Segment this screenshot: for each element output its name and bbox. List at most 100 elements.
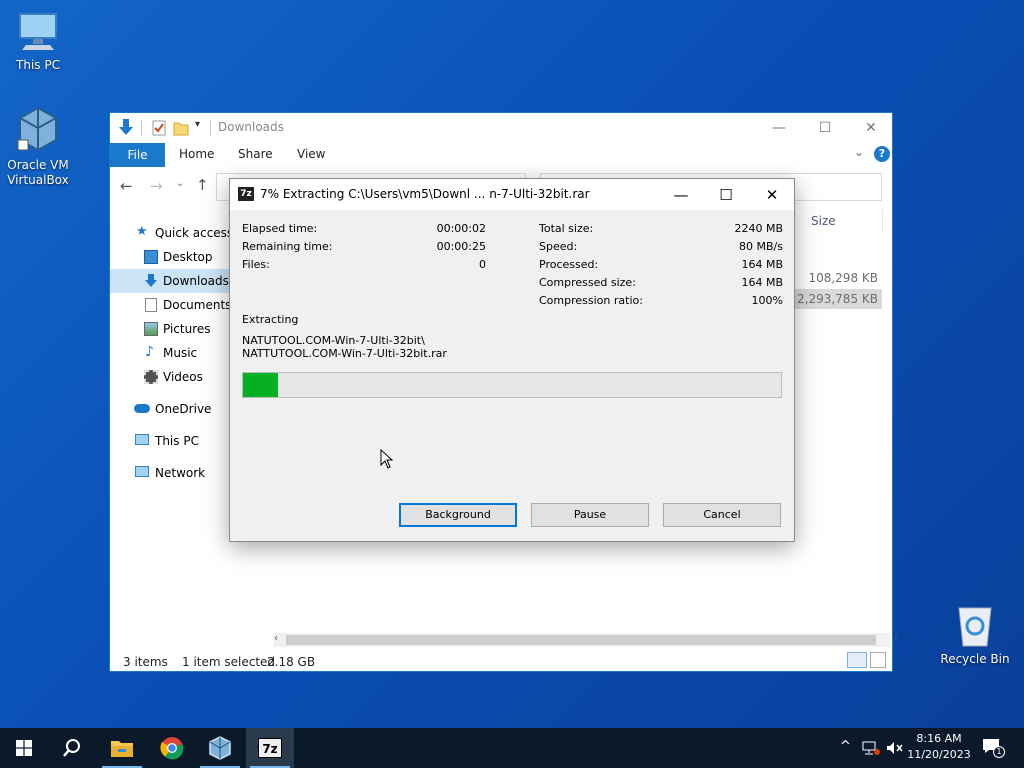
tab-share[interactable]: Share — [238, 147, 273, 161]
start-button[interactable] — [0, 728, 48, 768]
desktop-icon-recycle-bin[interactable]: Recycle Bin — [938, 602, 1012, 667]
selection-size: 2.18 GB — [267, 655, 316, 669]
separator — [210, 120, 211, 136]
selection-count: 1 item selected — [182, 655, 276, 669]
nav-item-onedrive[interactable]: OneDrive — [110, 397, 230, 421]
cancel-button[interactable]: Cancel — [663, 503, 781, 527]
current-folder-path: NATUTOOL.COM-Win-7-Ulti-32bit\ — [242, 334, 425, 347]
desktop-icon-this-pc[interactable]: This PC — [2, 10, 74, 73]
nav-item-videos[interactable]: Videos — [110, 365, 230, 389]
notification-center-button[interactable]: 1 — [982, 738, 1005, 758]
stat-elapsed-time: Elapsed time: 00:00:02 — [242, 220, 486, 238]
large-icons-view-icon[interactable] — [870, 652, 886, 668]
virtualbox-icon — [17, 106, 57, 152]
scrollbar-thumb[interactable] — [286, 635, 876, 645]
minimize-button[interactable]: — — [756, 113, 802, 143]
stat-label: Compression ratio: — [539, 294, 643, 307]
tab-file[interactable]: File — [110, 143, 165, 167]
extraction-progress-dialog: 7z 7% Extracting C:\Users\vm5\Downl ... … — [229, 178, 795, 542]
nav-item-network[interactable]: Network — [110, 461, 230, 485]
explorer-title-bar[interactable]: ▾ Downloads — ☐ ✕ — [110, 113, 892, 143]
desktop-icon-label: Recycle Bin — [940, 652, 1010, 666]
file-explorer-icon — [111, 741, 133, 757]
clock[interactable]: 8:16 AM 11/20/2023 — [906, 731, 972, 763]
close-button[interactable]: ✕ — [848, 113, 894, 143]
network-icon — [135, 466, 149, 477]
window-title: Downloads — [218, 120, 284, 134]
dialog-title-bar[interactable]: 7z 7% Extracting C:\Users\vm5\Downl ... … — [230, 179, 794, 210]
monitor-icon — [19, 13, 57, 50]
scroll-left-icon[interactable]: ‹ — [274, 633, 278, 644]
details-view-icon[interactable] — [847, 652, 867, 668]
taskbar-chrome[interactable] — [148, 728, 196, 768]
mouse-pointer-icon — [380, 449, 394, 469]
network-icon[interactable] — [862, 741, 880, 755]
tab-view[interactable]: View — [297, 147, 325, 161]
horizontal-scrollbar[interactable]: ‹ › — [274, 633, 898, 647]
properties-icon[interactable] — [152, 120, 166, 136]
nav-item-quick-access[interactable]: ★ Quick access — [110, 221, 234, 245]
desktop-icon-virtualbox[interactable]: Oracle VM VirtualBox — [2, 104, 74, 188]
stat-value: 00:00:25 — [436, 240, 486, 253]
nav-item-downloads[interactable]: Downloads — [110, 269, 230, 293]
taskbar-7zip[interactable]: 7z — [246, 728, 294, 768]
file-size: 108,298 KB — [808, 271, 878, 285]
volume-muted-icon[interactable] — [886, 741, 904, 755]
stat-compression-ratio: Compression ratio: 100% — [539, 292, 783, 310]
pause-button[interactable]: Pause — [531, 503, 649, 527]
taskbar: 7z ^ 8:16 AM 11/20/2023 1 — [0, 728, 1024, 768]
column-header-size[interactable]: Size — [811, 214, 836, 228]
stat-label: Elapsed time: — [242, 222, 318, 235]
show-hidden-icons-chevron-icon[interactable]: ^ — [840, 739, 851, 754]
stat-label: Total size: — [539, 222, 594, 235]
up-arrow-icon[interactable]: ↑ — [196, 176, 209, 194]
taskbar-virtualbox[interactable] — [196, 728, 244, 768]
back-arrow-icon[interactable]: ← — [120, 177, 133, 195]
close-button[interactable]: ✕ — [749, 179, 795, 210]
nav-item-label: Documents — [163, 298, 232, 312]
help-icon[interactable]: ? — [874, 146, 890, 162]
documents-icon — [145, 298, 157, 312]
virtualbox-icon — [209, 736, 231, 760]
search-button[interactable] — [48, 728, 96, 768]
clock-time: 8:16 AM — [916, 732, 962, 745]
stat-value: 80 MB/s — [739, 240, 783, 253]
nav-item-label: OneDrive — [155, 402, 212, 416]
recent-locations-chevron-icon[interactable]: ⌄ — [176, 178, 184, 189]
nav-item-desktop[interactable]: Desktop — [110, 245, 230, 269]
progress-bar — [242, 372, 782, 398]
stat-value: 164 MB — [741, 258, 783, 271]
stat-speed: Speed: 80 MB/s — [539, 238, 783, 256]
7zip-icon: 7z — [258, 738, 282, 758]
clock-date: 11/20/2023 — [907, 748, 971, 761]
nav-item-this-pc[interactable]: This PC — [110, 429, 230, 453]
search-icon — [63, 739, 80, 757]
pictures-icon — [144, 322, 158, 336]
scroll-right-icon[interactable]: › — [894, 633, 898, 644]
stat-value: 164 MB — [741, 276, 783, 289]
cloud-icon — [134, 404, 150, 413]
forward-arrow-icon[interactable]: → — [150, 177, 163, 195]
maximize-button[interactable]: ☐ — [703, 179, 749, 210]
maximize-button[interactable]: ☐ — [802, 113, 848, 143]
music-icon: ♪ — [145, 344, 154, 360]
background-button[interactable]: Background — [399, 503, 517, 527]
stat-processed: Processed: 164 MB — [539, 256, 783, 274]
nav-item-documents[interactable]: Documents — [110, 293, 232, 317]
navigation-pane: ★ Quick access Desktop Downloads Documen… — [110, 221, 234, 485]
nav-item-label: Quick access — [155, 226, 234, 240]
tab-home[interactable]: Home — [179, 147, 214, 161]
nav-item-music[interactable]: ♪ Music — [110, 341, 230, 365]
new-folder-icon[interactable] — [173, 120, 189, 136]
notification-badge: 1 — [993, 746, 1005, 758]
start-icon — [16, 740, 32, 756]
taskbar-file-explorer[interactable] — [98, 728, 146, 768]
progress-bar-fill — [243, 373, 278, 397]
nav-item-pictures[interactable]: Pictures — [110, 317, 230, 341]
minimize-button[interactable]: — — [658, 179, 704, 210]
item-count: 3 items — [123, 655, 168, 669]
expand-ribbon-icon[interactable]: ⌄ — [854, 145, 864, 159]
download-arrow-icon — [145, 274, 157, 287]
quick-access-toolbar-dropdown-icon[interactable]: ▾ — [195, 119, 200, 130]
desktop-icon — [144, 250, 158, 264]
